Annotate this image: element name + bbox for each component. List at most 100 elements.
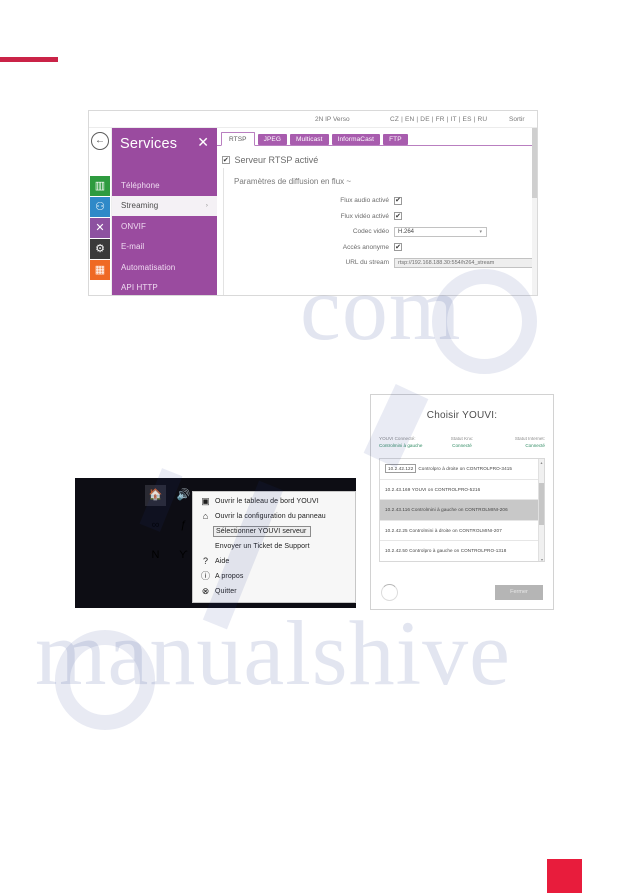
list-item[interactable]: 10.2.42.25 Controlmini à droite on CONTR… (380, 521, 544, 541)
sidebar-item-streaming[interactable]: Streaming › (112, 195, 222, 216)
anonymous-access-checkbox[interactable]: ✔ (394, 243, 402, 251)
screenshot-windows-tray-menu: 🏠 🔊 ∞ ƒ N Ƴ ▣ Ouvrir le tableau de bord … (75, 478, 356, 608)
list-item[interactable]: 10.2.42.50 Controlpro à gauche on CONTRO… (380, 541, 544, 561)
status-label: Statut Knx: (450, 436, 474, 441)
about-info-icon: ⓘ (200, 571, 210, 581)
web-ui-content: RTSP JPEG Multicast InformaCast FTP ✔ Se… (217, 128, 537, 295)
dialog-title: Choisir YOUVI: (426, 410, 498, 421)
close-button[interactable]: Fermer (495, 584, 543, 600)
status-label: YOUVI Connecté: (379, 436, 416, 441)
menu-item-label: Envoyer un Ticket de Support (215, 543, 310, 550)
sidebar-item-label: Streaming (121, 201, 159, 211)
help-question-icon: ? (202, 556, 208, 566)
video-codec-select[interactable]: H.264 ▾ (394, 226, 487, 237)
status-label: Statut Internet: (514, 436, 545, 441)
status-value: Connecté (525, 443, 545, 448)
manual-page: 2N IP Verso CZ | EN | DE | FR | IT | ES … (0, 0, 629, 893)
status-youvi-connected: YOUVI Connecté: Controlmini à gauche (379, 436, 434, 448)
back-arrow-icon[interactable]: ← (91, 132, 109, 150)
field-label: Flux audio activé (340, 197, 389, 204)
video-codec-value: H.264 (398, 228, 415, 235)
server-description: Controlmini à droite on CONTROLMINI-207 (409, 527, 502, 533)
screenshot-2n-web-ui: 2N IP Verso CZ | EN | DE | FR | IT | ES … (88, 110, 538, 296)
menu-item-help[interactable]: ? Aide (193, 554, 355, 569)
watermark-ring (55, 630, 155, 730)
volume-speaker-icon[interactable]: 🔊 (173, 485, 194, 506)
menu-item-open-panel-config[interactable]: ⌂ Ouvrir la configuration du panneau (193, 509, 355, 524)
tab-rtsp[interactable]: RTSP (221, 132, 255, 146)
sidebar-item-telephone[interactable]: Téléphone (112, 175, 217, 196)
scrollbar-thumb[interactable] (532, 128, 537, 198)
yammer-icon[interactable]: Ƴ (173, 545, 194, 566)
services-grid-icon[interactable]: ▦ (90, 260, 110, 280)
language-switcher[interactable]: CZ | EN | DE | FR | IT | ES | RU (390, 116, 487, 123)
menu-item-open-dashboard[interactable]: ▣ Ouvrir le tableau de bord YOUVI (193, 494, 355, 509)
loading-spinner-icon (381, 583, 398, 601)
status-bar-chart-icon[interactable]: ▥ (90, 176, 110, 196)
video-stream-checkbox[interactable]: ✔ (394, 212, 402, 220)
youvi-tray-icon[interactable]: 🏠 (145, 485, 166, 506)
sidebar-item-onvif[interactable]: ONVIF (112, 216, 217, 237)
stream-url-input[interactable]: rtsp://192.168.188.30:554/h264_stream (394, 257, 537, 268)
rtsp-server-enabled-checkbox[interactable]: ✔ (222, 156, 230, 164)
dialog-footer: Fermer (371, 575, 553, 609)
field-audio-stream: Flux audio activé ✔ (222, 194, 537, 207)
menu-item-select-youvi-server[interactable]: Sélectionner YOUVI serveur (193, 524, 355, 539)
tab-ftp[interactable]: FTP (383, 133, 408, 145)
youvi-panel-icon: ⌂ (202, 511, 209, 521)
rtsp-server-enabled-row[interactable]: ✔ Serveur RTSP activé (222, 155, 537, 165)
list-scrollbar[interactable]: ▴ ▾ (538, 459, 544, 561)
directory-people-icon[interactable]: ⚇ (90, 197, 110, 217)
chevron-down-icon: ▾ (479, 228, 482, 235)
sidebar-menu-list: Téléphone Streaming › ONVIF E-mail Autom… (112, 175, 222, 296)
web-ui-topbar: 2N IP Verso CZ | EN | DE | FR | IT | ES … (89, 111, 537, 128)
web-ui-vertical-scrollbar[interactable] (532, 128, 537, 295)
services-sidebar: Services ✕ Téléphone Streaming › ONVIF E… (112, 128, 222, 296)
sidebar-item-automatisation[interactable]: Automatisation (112, 257, 217, 278)
menu-item-about[interactable]: ⓘ A propos (193, 569, 355, 584)
field-video-codec: Codec vidéo H.264 ▾ (222, 225, 537, 238)
server-description: Controlmini à gauche on CONTROLMINI-206 (411, 507, 508, 513)
sidebar-header: Services ✕ (112, 128, 217, 160)
web-ui-icon-rail: ← ▥ ⚇ ✕ ⚙ ▦ (89, 128, 112, 295)
menu-item-label: Ouvrir la configuration du panneau (215, 513, 326, 520)
logout-link[interactable]: Sortir (509, 116, 525, 123)
device-name-label: 2N IP Verso (315, 115, 350, 123)
link-chain-icon[interactable]: ∞ (145, 515, 166, 536)
tab-jpeg[interactable]: JPEG (257, 133, 288, 145)
tab-multicast[interactable]: Multicast (290, 133, 329, 145)
list-item[interactable]: 10.2.43.169 YOUVI on CONTROLPRO-5216 (380, 480, 544, 500)
sidebar-title: Services (120, 136, 178, 152)
list-item[interactable]: 10.2.43.116 Controlmini à gauche on CONT… (380, 500, 544, 521)
youvi-context-menu: ▣ Ouvrir le tableau de bord YOUVI ⌂ Ouvr… (192, 491, 356, 603)
youvi-server-list[interactable]: 10.2.42.122 Controlpro à droite on CONTR… (379, 458, 545, 562)
server-ip: 10.2.42.50 (385, 548, 408, 554)
menu-item-label: A propos (215, 573, 244, 580)
list-item[interactable]: 10.2.42.122 Controlpro à droite on CONTR… (380, 459, 544, 480)
sidebar-item-label: Téléphone (121, 180, 160, 190)
rtsp-settings-panel: ✔ Serveur RTSP activé Paramètres de diff… (217, 146, 537, 295)
caret-up-icon[interactable]: ▴ (539, 459, 544, 466)
onenote-icon[interactable]: N (145, 545, 166, 566)
hardware-tools-icon[interactable]: ✕ (90, 218, 110, 238)
settings-gear-icon[interactable]: ⚙ (90, 239, 110, 259)
field-label: URL du stream (345, 259, 389, 266)
chevron-right-icon: › (205, 202, 208, 209)
field-video-stream: Flux vidéo activé ✔ (222, 210, 537, 223)
skype-icon[interactable]: ƒ (173, 515, 194, 536)
server-ip: 10.2.43.116 (385, 507, 411, 513)
scrollbar-thumb[interactable] (539, 483, 544, 525)
menu-item-quit[interactable]: ⊗ Quitter (193, 584, 355, 599)
rtsp-server-enabled-label: Serveur RTSP activé (234, 155, 319, 165)
audio-stream-checkbox[interactable]: ✔ (394, 196, 402, 205)
menu-item-label: Aide (215, 558, 230, 565)
sidebar-item-email[interactable]: E-mail (112, 237, 217, 258)
menu-item-send-support-ticket[interactable]: Envoyer un Ticket de Support (193, 539, 355, 554)
quit-close-icon: ⊗ (201, 586, 210, 596)
sidebar-item-api-http[interactable]: API HTTP (112, 278, 217, 296)
tab-informacast[interactable]: InformaCast (331, 133, 381, 145)
dialog-status-row: YOUVI Connecté: Controlmini à gauche Sta… (379, 436, 545, 448)
status-knx: Statut Knx: Connecté (434, 436, 489, 448)
menu-item-label: Ouvrir le tableau de bord YOUVI (215, 498, 319, 505)
status-value: Connecté (452, 443, 472, 448)
